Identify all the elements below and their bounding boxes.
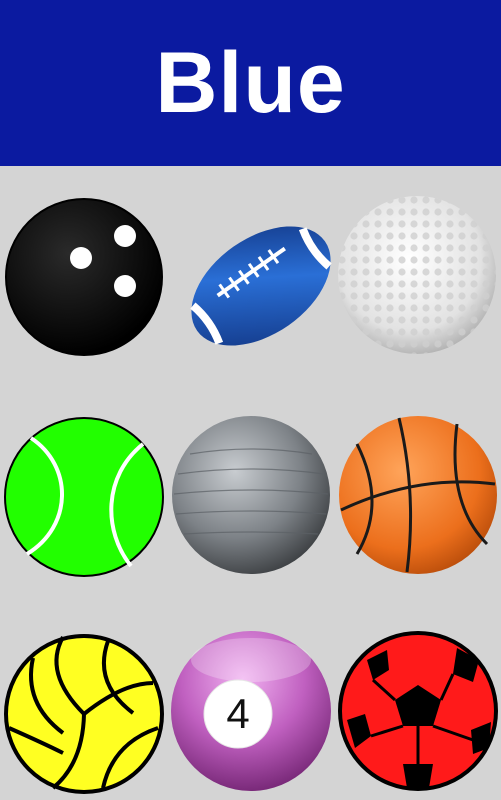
exercise-ball-button[interactable]	[170, 414, 332, 576]
tennis-ball-button[interactable]	[3, 416, 165, 578]
color-title: Blue	[155, 34, 346, 131]
billiard-number: 4	[226, 690, 250, 737]
bowling-ball-icon	[5, 198, 163, 356]
volleyball-button[interactable]	[3, 633, 165, 795]
header-banner: Blue	[0, 0, 501, 166]
basketball-button[interactable]	[337, 414, 499, 576]
soccer-ball-button[interactable]	[337, 630, 499, 792]
basketball-icon	[339, 416, 497, 574]
volleyball-icon	[4, 634, 164, 794]
golf-ball-button[interactable]	[336, 194, 498, 356]
billiard-ball-button[interactable]: 4	[170, 630, 332, 792]
exercise-ball-icon	[172, 416, 330, 574]
bowling-ball-button[interactable]	[3, 196, 165, 358]
american-football-button[interactable]	[180, 205, 342, 367]
tennis-ball-icon	[4, 417, 164, 577]
golf-ball-icon	[338, 196, 496, 354]
soccer-ball-icon	[338, 631, 498, 791]
american-football-icon	[190, 226, 332, 346]
